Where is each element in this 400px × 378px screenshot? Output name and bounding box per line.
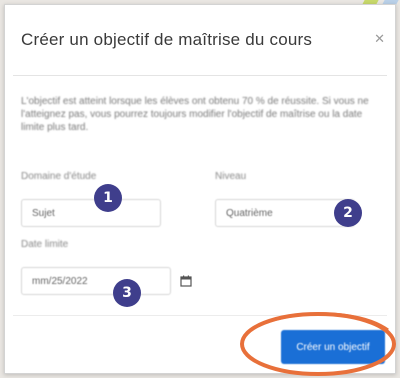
domain-select[interactable]: Sujet bbox=[21, 199, 161, 227]
close-icon[interactable]: ✕ bbox=[374, 31, 385, 47]
annotation-badge-3: 3 bbox=[113, 279, 141, 307]
level-label: Niveau bbox=[215, 171, 247, 182]
create-goal-dialog: Créer un objectif de maîtrise du cours ✕… bbox=[4, 4, 396, 374]
date-input[interactable]: mm/25/2022 bbox=[21, 267, 171, 295]
create-goal-button[interactable]: Créer un objectif bbox=[281, 330, 385, 364]
footer-divider bbox=[13, 315, 387, 316]
dialog-description: L'objectif est atteint lorsque les élève… bbox=[21, 96, 369, 133]
domain-label: Domaine d'étude bbox=[21, 171, 97, 182]
annotation-badge-2: 2 bbox=[334, 199, 362, 227]
date-label: Date limite bbox=[21, 239, 69, 250]
dialog-title: Créer un objectif de maîtrise du cours bbox=[21, 30, 313, 49]
header-divider bbox=[13, 75, 387, 76]
calendar-icon[interactable] bbox=[180, 275, 192, 287]
annotation-badge-1: 1 bbox=[94, 184, 122, 212]
